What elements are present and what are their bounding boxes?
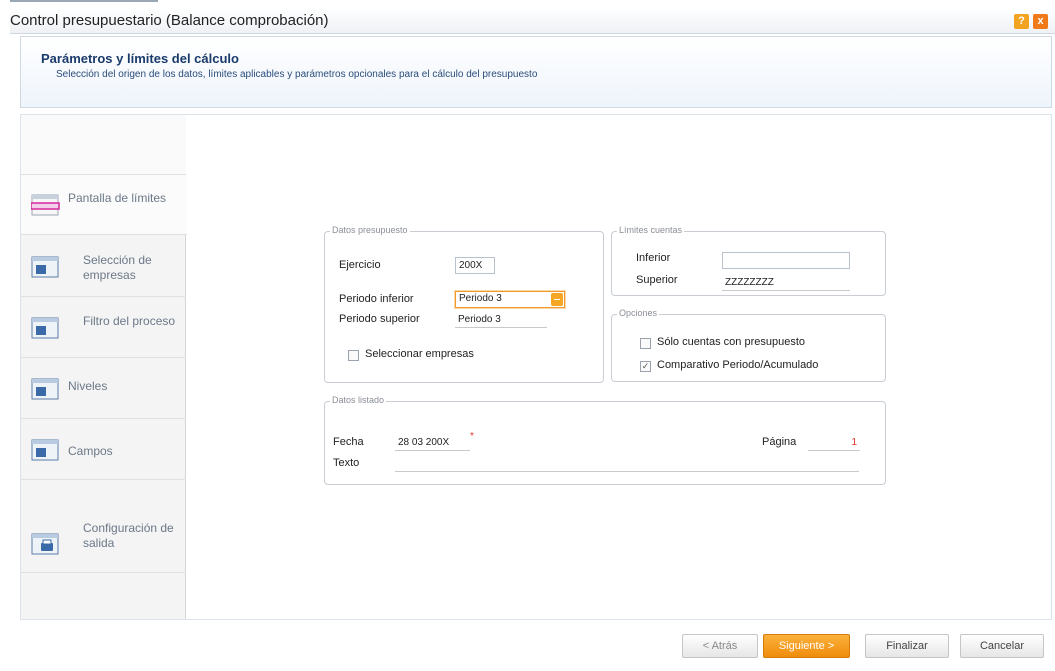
datos-listado-group: Datos listado Fecha * Página Texto [324, 395, 886, 485]
group-legend: Datos listado [330, 395, 387, 405]
pagina-input[interactable] [808, 434, 860, 451]
levels-icon [31, 376, 61, 402]
sidebar-item-campos[interactable]: Campos [21, 420, 186, 480]
wizard-body: Pantalla de límites Selección de empresa… [20, 114, 1052, 620]
output-config-icon [31, 531, 61, 557]
periodo-superior-input[interactable] [455, 311, 547, 328]
required-marker: * [470, 431, 474, 442]
seleccionar-empresas-checkbox[interactable] [348, 350, 359, 361]
sidebar-item-filtro-proceso[interactable]: Filtro del proceso [21, 298, 186, 358]
group-legend: Límites cuentas [617, 225, 685, 235]
select-value: Periodo 3 [459, 293, 502, 304]
chevron-down-icon[interactable] [551, 293, 563, 306]
sidebar-item-label: Selección de empresas [83, 253, 152, 282]
close-icon[interactable]: x [1033, 14, 1048, 29]
sidebar-item-label: Niveles [68, 379, 108, 393]
sidebar-item-label: Pantalla de límites [68, 191, 167, 205]
ejercicio-input[interactable] [455, 257, 495, 274]
filter-icon [31, 315, 61, 341]
finish-button[interactable]: Finalizar [865, 634, 949, 658]
sidebar-item-label: Filtro del proceso [83, 314, 176, 328]
fecha-label: Fecha [333, 436, 364, 448]
step-subtitle: Selección del origen de los datos, límit… [56, 69, 538, 80]
title-bar: Control presupuestario (Balance comproba… [10, 0, 1055, 34]
limites-cuentas-group: Límites cuentas Inferior Superior [611, 225, 886, 296]
sidebar-spacer [21, 115, 186, 175]
opciones-group: Opciones Sólo cuentas con presupuesto ✓ … [611, 308, 886, 382]
superior-label: Superior [636, 274, 678, 286]
periodo-inferior-select[interactable]: Periodo 3 [455, 291, 565, 308]
steps-sidebar: Pantalla de límites Selección de empresa… [21, 115, 187, 619]
wizard-window: Control presupuestario (Balance comproba… [10, 0, 1055, 671]
group-legend: Datos presupuesto [330, 225, 410, 235]
ejercicio-label: Ejercicio [339, 259, 381, 271]
screen-limits-icon [30, 192, 61, 218]
cancel-button[interactable]: Cancelar [960, 634, 1044, 658]
window-title: Control presupuestario (Balance comproba… [10, 12, 329, 29]
fecha-input[interactable] [395, 434, 470, 451]
periodo-inferior-label: Periodo inferior [339, 293, 414, 305]
back-button[interactable]: < Atrás [682, 634, 758, 658]
pagina-label: Página [762, 436, 797, 448]
comparativo-label: Comparativo Periodo/Acumulado [657, 359, 819, 371]
solo-cuentas-label: Sólo cuentas con presupuesto [657, 336, 805, 348]
inferior-input[interactable] [722, 252, 850, 269]
step-header: Parámetros y límites del cálculo Selecci… [20, 36, 1052, 108]
step-title: Parámetros y límites del cálculo [41, 51, 239, 66]
texto-input[interactable] [395, 455, 859, 472]
sidebar-item-niveles[interactable]: Niveles [21, 359, 186, 419]
inferior-label: Inferior [636, 252, 671, 264]
solo-cuentas-checkbox[interactable] [640, 338, 651, 349]
sidebar-item-label: Campos [68, 444, 113, 458]
title-tab-indicator [10, 0, 158, 8]
texto-label: Texto [333, 457, 360, 469]
seleccionar-empresas-label: Seleccionar empresas [365, 348, 474, 360]
companies-icon [31, 254, 61, 280]
sidebar-item-label: Configuración de salida [83, 521, 174, 550]
superior-input[interactable] [722, 274, 850, 291]
next-button[interactable]: Siguiente > [763, 634, 850, 658]
datos-presupuesto-group: Datos presupuesto Ejercicio Periodo infe… [324, 225, 604, 383]
comparativo-checkbox[interactable]: ✓ [640, 361, 651, 372]
group-legend: Opciones [617, 308, 660, 318]
help-icon[interactable]: ? [1014, 14, 1029, 29]
sidebar-item-seleccion-empresas[interactable]: Selección de empresas [21, 237, 186, 297]
sidebar-item-pantalla-limites[interactable]: Pantalla de límites [21, 175, 187, 235]
sidebar-item-configuracion-salida[interactable]: Configuración de salida [21, 511, 186, 573]
fields-icon [31, 437, 61, 463]
periodo-superior-label: Periodo superior [339, 313, 420, 325]
